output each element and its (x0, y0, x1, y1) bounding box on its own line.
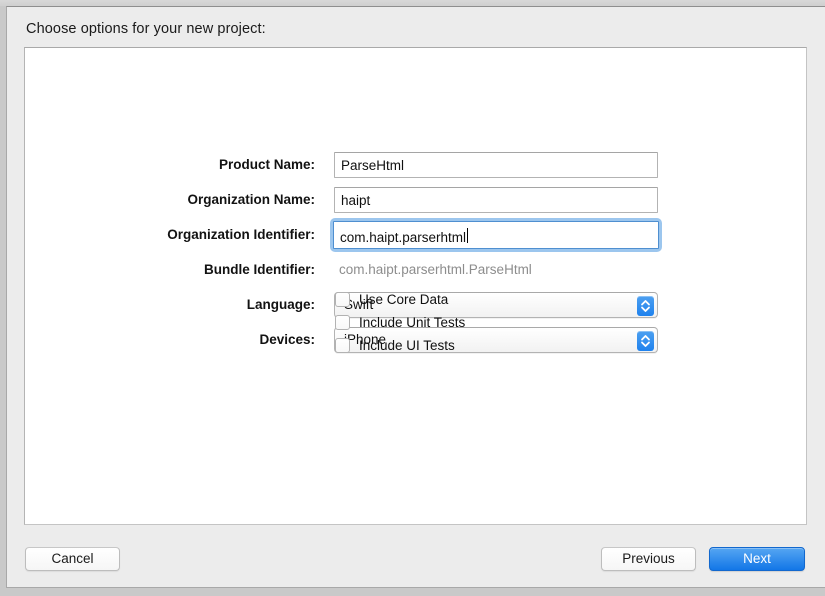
checkbox-include-unit-tests[interactable]: Include Unit Tests (335, 311, 465, 334)
window-bottom-edge (0, 588, 825, 596)
organization-identifier-input[interactable]: com.haipt.parserhtml (333, 221, 659, 249)
checkbox-include-ui-tests[interactable]: Include UI Tests (335, 334, 465, 357)
next-button[interactable]: Next (709, 547, 805, 571)
dialog-title: Choose options for your new project: (26, 21, 266, 37)
language-label: Language: (246, 297, 315, 312)
dialog-frame: Choose options for your new project: Pro… (6, 6, 825, 588)
devices-label: Devices: (259, 332, 315, 347)
product-name-label: Product Name: (218, 157, 315, 172)
organization-identifier-value: com.haipt.parserhtml (340, 230, 467, 245)
organization-name-field-wrap (334, 187, 658, 213)
product-name-input[interactable] (334, 152, 658, 178)
checkbox-box-icon[interactable] (335, 292, 350, 307)
organization-name-input[interactable] (334, 187, 658, 213)
organization-identifier-focus-ring: com.haipt.parserhtml (330, 218, 662, 252)
chevron-up-down-icon[interactable] (637, 296, 654, 316)
organization-name-label: Organization Name: (187, 192, 315, 207)
bundle-identifier-value: com.haipt.parserhtml.ParseHtml (339, 262, 532, 277)
options-panel: Product Name: Organization Name: Organiz… (24, 47, 807, 525)
cancel-button[interactable]: Cancel (25, 547, 120, 571)
previous-button[interactable]: Previous (601, 547, 696, 571)
checkbox-use-core-data[interactable]: Use Core Data (335, 288, 465, 311)
options-checkbox-group: Use Core Data Include Unit Tests Include… (335, 288, 465, 357)
checkbox-label-include-ui-tests: Include UI Tests (359, 338, 455, 353)
bundle-identifier-label: Bundle Identifier: (204, 262, 315, 277)
new-project-options-window: Choose options for your new project: Pro… (0, 0, 825, 596)
chevron-up-down-icon[interactable] (637, 331, 654, 351)
checkbox-label-use-core-data: Use Core Data (359, 292, 449, 307)
form-row-organization-name: Organization Name: (25, 187, 806, 215)
product-name-field-wrap (334, 152, 658, 178)
checkbox-label-include-unit-tests: Include Unit Tests (359, 315, 466, 330)
checkbox-box-icon[interactable] (335, 315, 350, 330)
form-row-product-name: Product Name: (25, 152, 806, 180)
organization-identifier-label: Organization Identifier: (167, 227, 315, 242)
form-row-bundle-identifier: Bundle Identifier: com.haipt.parserhtml.… (25, 257, 806, 285)
form-row-organization-identifier: Organization Identifier: com.haipt.parse… (25, 218, 806, 252)
text-caret (467, 228, 468, 243)
checkbox-box-icon[interactable] (335, 338, 350, 353)
bundle-identifier-value-wrap: com.haipt.parserhtml.ParseHtml (334, 257, 658, 283)
